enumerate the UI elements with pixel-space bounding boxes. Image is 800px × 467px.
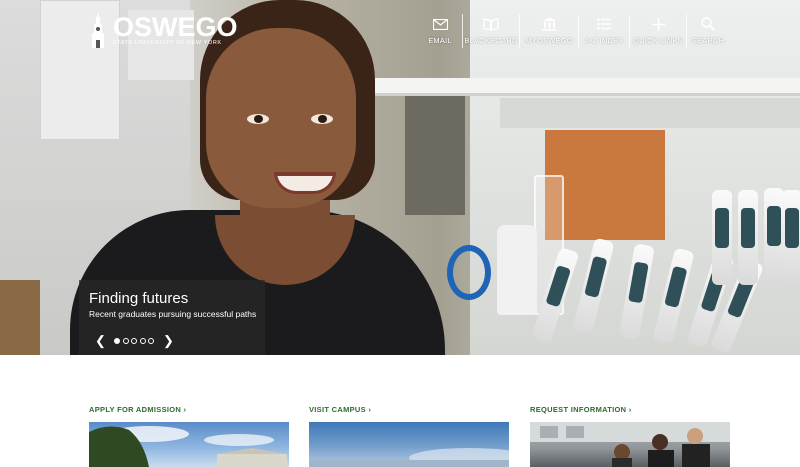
visit-campus-link[interactable]: VISIT CAMPUS ›	[309, 405, 509, 414]
lab-shelf-under	[500, 98, 800, 128]
utility-nav: EMAIL BLACKBOARD MYOSWEGO A-Z INDEX QUIC…	[418, 10, 729, 50]
building-icon	[542, 16, 557, 32]
lab-shelf	[370, 78, 800, 96]
card-request: REQUEST INFORMATION ›	[530, 405, 730, 467]
search-icon	[701, 16, 715, 32]
hero-subtitle: Recent graduates pursuing successful pat…	[89, 309, 257, 319]
lab-cabinet	[405, 95, 465, 215]
slide-dots	[114, 338, 157, 344]
logo-tagline: STATE UNIVERSITY OF NEW YORK	[113, 40, 222, 46]
apply-card-image[interactable]	[89, 422, 289, 467]
logo-wordmark: OSWEGO	[113, 12, 238, 42]
nav-search-label: SEARCH	[691, 36, 725, 45]
request-card-image[interactable]	[530, 422, 730, 467]
slide-dot[interactable]	[148, 338, 154, 344]
chevron-left-icon[interactable]: ❮	[95, 334, 106, 347]
plus-icon	[651, 16, 665, 32]
nav-az-index[interactable]: A-Z INDEX	[579, 10, 629, 50]
list-icon	[597, 16, 611, 32]
chevron-right-icon[interactable]: ❯	[163, 334, 174, 347]
wooden-door	[0, 280, 40, 355]
visit-card-image[interactable]	[309, 422, 509, 467]
slide-dot[interactable]	[139, 338, 146, 344]
pipette	[764, 188, 784, 283]
eye	[247, 114, 269, 124]
nav-myoswego[interactable]: MYOSWEGO	[520, 10, 578, 50]
clock-tower-icon	[92, 12, 104, 48]
nav-myoswego-label: MYOSWEGO	[525, 36, 573, 45]
slide-dot[interactable]	[114, 338, 120, 344]
book-icon	[483, 16, 499, 32]
pipette	[738, 190, 758, 285]
card-visit: VISIT CAMPUS ›	[309, 405, 509, 467]
nav-quick-links-label: QUICK LINKS	[633, 36, 683, 45]
eye	[311, 114, 333, 124]
hero-caption: Finding futures Recent graduates pursuin…	[79, 280, 265, 355]
nav-blackboard-label: BLACKBOARD	[464, 36, 518, 45]
hero-title: Finding futures	[89, 290, 189, 307]
nav-search[interactable]: SEARCH	[687, 10, 729, 50]
oswego-logo[interactable]: OSWEGO STATE UNIVERSITY OF NEW YORK	[86, 8, 238, 50]
mail-icon	[432, 16, 448, 32]
request-information-link[interactable]: REQUEST INFORMATION ›	[530, 405, 730, 414]
nav-email[interactable]: EMAIL	[418, 10, 462, 50]
pipette	[712, 190, 732, 285]
apply-for-admission-link[interactable]: APPLY FOR ADMISSION ›	[89, 405, 289, 414]
nav-blackboard[interactable]: BLACKBOARD	[463, 10, 519, 50]
nav-email-label: EMAIL	[428, 36, 452, 45]
nav-quick-links[interactable]: QUICK LINKS	[630, 10, 686, 50]
lab-bottle	[497, 225, 537, 315]
card-apply: APPLY FOR ADMISSION ›	[89, 405, 289, 467]
scissors-image	[447, 245, 491, 300]
nav-az-index-label: A-Z INDEX	[584, 36, 624, 45]
slide-dot[interactable]	[131, 338, 137, 344]
pipette	[782, 190, 800, 285]
slide-dot[interactable]	[122, 338, 129, 344]
